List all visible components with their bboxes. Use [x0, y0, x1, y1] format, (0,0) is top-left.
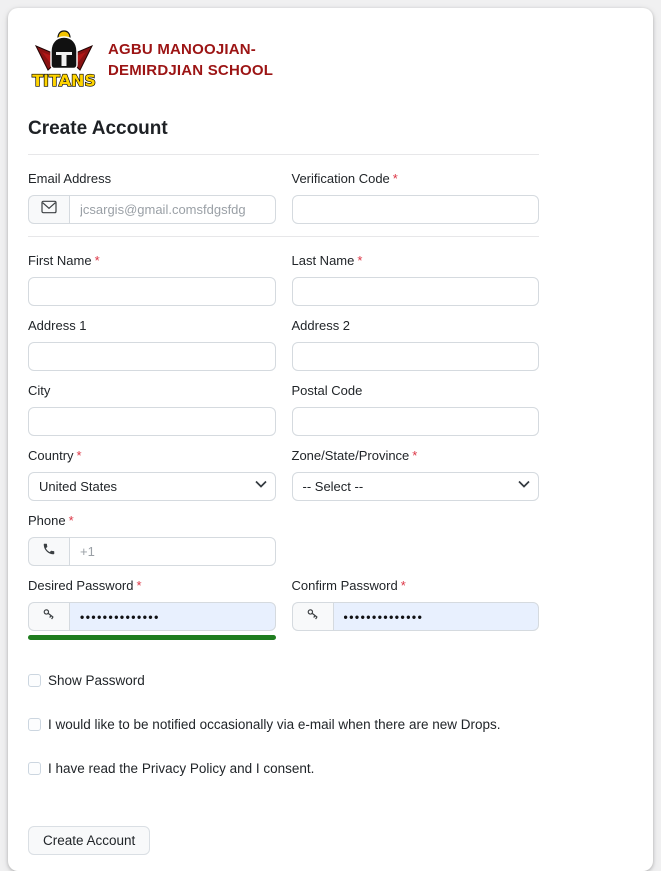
required-marker: *	[393, 171, 398, 186]
postal-code-label: Postal Code	[292, 383, 540, 398]
zone-label: Zone/State/Province*	[292, 448, 540, 463]
notify-checkbox[interactable]	[28, 718, 41, 731]
phone-label: Phone*	[28, 513, 276, 528]
privacy-consent-checkbox[interactable]	[28, 762, 41, 775]
address1-label: Address 1	[28, 318, 276, 333]
required-marker: *	[357, 253, 362, 268]
titans-logo: TITANS	[28, 30, 100, 90]
phone-icon	[42, 542, 56, 561]
key-icon	[41, 606, 57, 627]
key-icon	[305, 606, 321, 627]
required-marker: *	[69, 513, 74, 528]
postal-code-input[interactable]	[292, 407, 540, 436]
zone-field-group: Zone/State/Province* -- Select --	[292, 448, 540, 501]
show-password-label: Show Password	[48, 673, 145, 688]
page-title: Create Account	[28, 118, 633, 140]
password-field-group: Desired Password*	[28, 578, 276, 640]
create-account-button[interactable]: Create Account	[28, 826, 150, 855]
show-password-row: Show Password	[28, 673, 539, 688]
create-account-card: TITANS AGBU MANOOJIAN- DEMIRDJIAN SCHOOL…	[8, 8, 653, 871]
last-name-field-group: Last Name*	[292, 253, 540, 306]
city-input[interactable]	[28, 407, 276, 436]
privacy-policy-link[interactable]: Privacy Policy	[142, 761, 226, 776]
first-name-field-group: First Name*	[28, 253, 276, 306]
brand-header: TITANS AGBU MANOOJIAN- DEMIRDJIAN SCHOOL	[28, 30, 633, 90]
city-label: City	[28, 383, 276, 398]
required-marker: *	[95, 253, 100, 268]
password-strength-bar	[28, 635, 276, 640]
required-marker: *	[412, 448, 417, 463]
school-name-line2: DEMIRDJIAN SCHOOL	[108, 60, 273, 81]
verification-code-input[interactable]	[292, 195, 540, 224]
address2-field-group: Address 2	[292, 318, 540, 371]
country-select[interactable]: United States	[28, 472, 276, 501]
envelope-icon	[41, 200, 57, 219]
show-password-checkbox[interactable]	[28, 674, 41, 687]
section-divider	[28, 236, 539, 237]
confirm-password-label: Confirm Password*	[292, 578, 540, 593]
address2-input[interactable]	[292, 342, 540, 371]
phone-addon	[28, 537, 69, 566]
verification-label: Verification Code*	[292, 171, 540, 186]
first-name-label: First Name*	[28, 253, 276, 268]
country-field-group: Country* United States	[28, 448, 276, 501]
last-name-input[interactable]	[292, 277, 540, 306]
svg-text:TITANS: TITANS	[32, 71, 96, 90]
school-name: AGBU MANOOJIAN- DEMIRDJIAN SCHOOL	[108, 39, 273, 81]
password-label: Desired Password*	[28, 578, 276, 593]
required-marker: *	[77, 448, 82, 463]
verification-field-group: Verification Code*	[292, 171, 540, 224]
zone-select[interactable]: -- Select --	[292, 472, 540, 501]
confirm-password-addon	[292, 602, 333, 631]
email-label: Email Address	[28, 171, 276, 186]
password-addon	[28, 602, 69, 631]
address1-input[interactable]	[28, 342, 276, 371]
last-name-label: Last Name*	[292, 253, 540, 268]
confirm-password-input[interactable]	[333, 602, 540, 631]
postal-code-field-group: Postal Code	[292, 383, 540, 436]
privacy-consent-row: I have read the Privacy Policy and I con…	[28, 761, 539, 776]
privacy-consent-label: I have read the Privacy Policy and I con…	[48, 761, 314, 776]
school-name-line1: AGBU MANOOJIAN-	[108, 39, 273, 60]
phone-input[interactable]	[69, 537, 276, 566]
notify-row: I would like to be notified occasionally…	[28, 717, 539, 732]
phone-field-group: Phone*	[28, 513, 276, 566]
address2-label: Address 2	[292, 318, 540, 333]
first-name-input[interactable]	[28, 277, 276, 306]
country-label: Country*	[28, 448, 276, 463]
email-input[interactable]	[69, 195, 276, 224]
address1-field-group: Address 1	[28, 318, 276, 371]
create-account-form: Email Address Verification Code*	[28, 154, 539, 855]
email-addon	[28, 195, 69, 224]
required-marker: *	[401, 578, 406, 593]
password-input[interactable]	[69, 602, 276, 631]
title-divider	[28, 154, 539, 155]
email-field-group: Email Address	[28, 171, 276, 224]
required-marker: *	[137, 578, 142, 593]
notify-label: I would like to be notified occasionally…	[48, 717, 500, 732]
confirm-password-field-group: Confirm Password*	[292, 578, 540, 640]
city-field-group: City	[28, 383, 276, 436]
